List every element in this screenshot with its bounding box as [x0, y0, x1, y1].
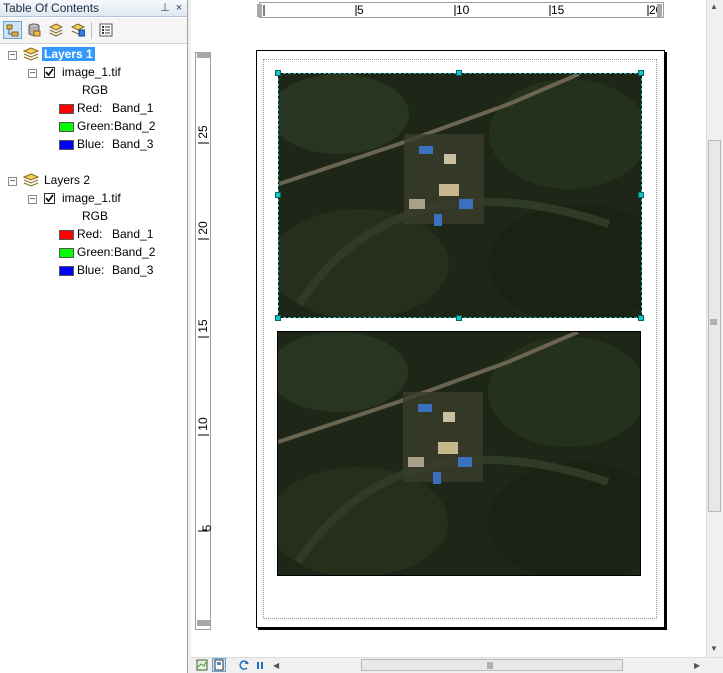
- band-name-label: Band_2: [114, 245, 156, 259]
- ruler-label: 15: [196, 319, 210, 333]
- list-by-drawing-order-button[interactable]: [3, 21, 22, 39]
- data-view-button[interactable]: [195, 658, 209, 672]
- refresh-icon: [239, 660, 249, 670]
- list-by-source-icon: [28, 23, 41, 37]
- scroll-right-icon[interactable]: ▶: [694, 661, 700, 671]
- ruler-label: 10: [456, 3, 470, 17]
- pause-drawing-button[interactable]: [253, 658, 267, 672]
- resize-handle[interactable]: [275, 192, 281, 198]
- red-swatch: [59, 230, 74, 240]
- ruler-margin-marker[interactable]: [657, 4, 662, 17]
- refresh-button[interactable]: [237, 658, 251, 672]
- layer-visibility-checkbox[interactable]: [44, 67, 55, 78]
- resize-handle[interactable]: [456, 315, 462, 321]
- collapse-group-1-icon[interactable]: −: [8, 51, 17, 61]
- scroll-left-icon[interactable]: ◀: [273, 661, 279, 671]
- close-icon[interactable]: ×: [172, 1, 186, 15]
- ruler-label: 10: [196, 417, 210, 431]
- layers-icon: [23, 173, 39, 187]
- band-name-label: Band_1: [112, 227, 154, 241]
- band-channel-label: Blue:: [77, 263, 105, 277]
- vertical-scroll-thumb[interactable]: [708, 140, 721, 512]
- layer-name[interactable]: image_1.tif: [62, 190, 121, 206]
- scroll-up-icon[interactable]: ▲: [710, 2, 718, 12]
- vertical-ruler: 25 20 15 10 5: [195, 52, 214, 630]
- red-swatch: [59, 104, 74, 114]
- green-swatch: [59, 248, 74, 258]
- band-channel-label: Green:: [77, 245, 114, 259]
- blue-swatch: [59, 266, 74, 276]
- horizontal-ruler: 5 10 15 20: [259, 2, 664, 18]
- band-name-label: Band_3: [112, 263, 154, 277]
- toc-title: Table Of Contents: [3, 1, 100, 15]
- layers-icon: [23, 47, 39, 61]
- ruler-label: 15: [551, 3, 565, 17]
- grip-icon: [487, 662, 493, 669]
- blue-swatch: [59, 140, 74, 150]
- green-swatch: [59, 122, 74, 132]
- pause-icon: [257, 662, 263, 669]
- ruler-margin-marker[interactable]: [197, 620, 210, 626]
- layer-group-label[interactable]: Layers 2: [44, 173, 90, 187]
- aerial-imagery-1: [279, 74, 641, 317]
- render-type-label: RGB: [82, 83, 109, 97]
- list-by-selection-icon: [71, 23, 85, 37]
- layer-name[interactable]: image_1.tif: [62, 64, 121, 80]
- resize-handle[interactable]: [275, 70, 281, 76]
- table-of-contents-pane: Table Of Contents ⊥ × − Layers 1 − image…: [0, 0, 188, 673]
- ruler-label: 5: [357, 3, 364, 17]
- data-view-icon: [196, 659, 208, 671]
- band-name-label: Band_1: [112, 101, 154, 115]
- list-by-selection-button[interactable]: [69, 21, 88, 39]
- band-name-label: Band_3: [112, 137, 154, 151]
- ruler-margin-marker[interactable]: [257, 4, 262, 17]
- list-by-source-button[interactable]: [25, 21, 44, 39]
- resize-handle[interactable]: [638, 192, 644, 198]
- band-channel-label: Red:: [77, 227, 103, 241]
- ruler-margin-marker[interactable]: [197, 52, 210, 58]
- grip-icon: [710, 319, 717, 325]
- resize-handle[interactable]: [275, 315, 281, 321]
- ruler-label: 20: [196, 221, 210, 235]
- resize-handle[interactable]: [638, 70, 644, 76]
- checkmark-icon: [45, 194, 54, 203]
- toc-title-bar: Table Of Contents ⊥ ×: [0, 0, 187, 17]
- ruler-label: 25: [196, 125, 210, 139]
- options-icon: [99, 23, 113, 37]
- collapse-layer-icon[interactable]: −: [28, 195, 37, 205]
- pin-icon[interactable]: ⊥: [158, 1, 172, 15]
- ruler-label: 5: [200, 524, 214, 532]
- collapse-layer-icon[interactable]: −: [28, 69, 37, 79]
- band-channel-label: Red:: [77, 101, 103, 115]
- render-type-label: RGB: [82, 209, 109, 223]
- data-frame-layers-1[interactable]: [278, 73, 642, 318]
- checkmark-icon: [45, 68, 54, 77]
- band-name-label: Band_2: [114, 119, 156, 133]
- data-frame-layers-2[interactable]: [277, 331, 641, 576]
- toc-toolbar: [0, 18, 187, 44]
- list-by-visibility-button[interactable]: [47, 21, 66, 39]
- resize-handle[interactable]: [456, 70, 462, 76]
- list-by-visibility-icon: [49, 23, 63, 37]
- toolbar-separator: [91, 22, 92, 39]
- resize-handle[interactable]: [638, 315, 644, 321]
- layout-view-button[interactable]: [212, 658, 226, 672]
- options-button[interactable]: [97, 21, 116, 39]
- aerial-imagery-2: [278, 332, 640, 575]
- collapse-group-2-icon[interactable]: −: [8, 177, 17, 187]
- layer-group-label[interactable]: Layers 1: [42, 47, 95, 61]
- band-channel-label: Green:: [77, 119, 114, 133]
- layout-view-icon: [214, 659, 224, 671]
- scroll-down-icon[interactable]: ▼: [710, 644, 718, 654]
- band-channel-label: Blue:: [77, 137, 105, 151]
- list-by-drawing-order-icon: [6, 24, 19, 37]
- layer-visibility-checkbox[interactable]: [44, 193, 55, 204]
